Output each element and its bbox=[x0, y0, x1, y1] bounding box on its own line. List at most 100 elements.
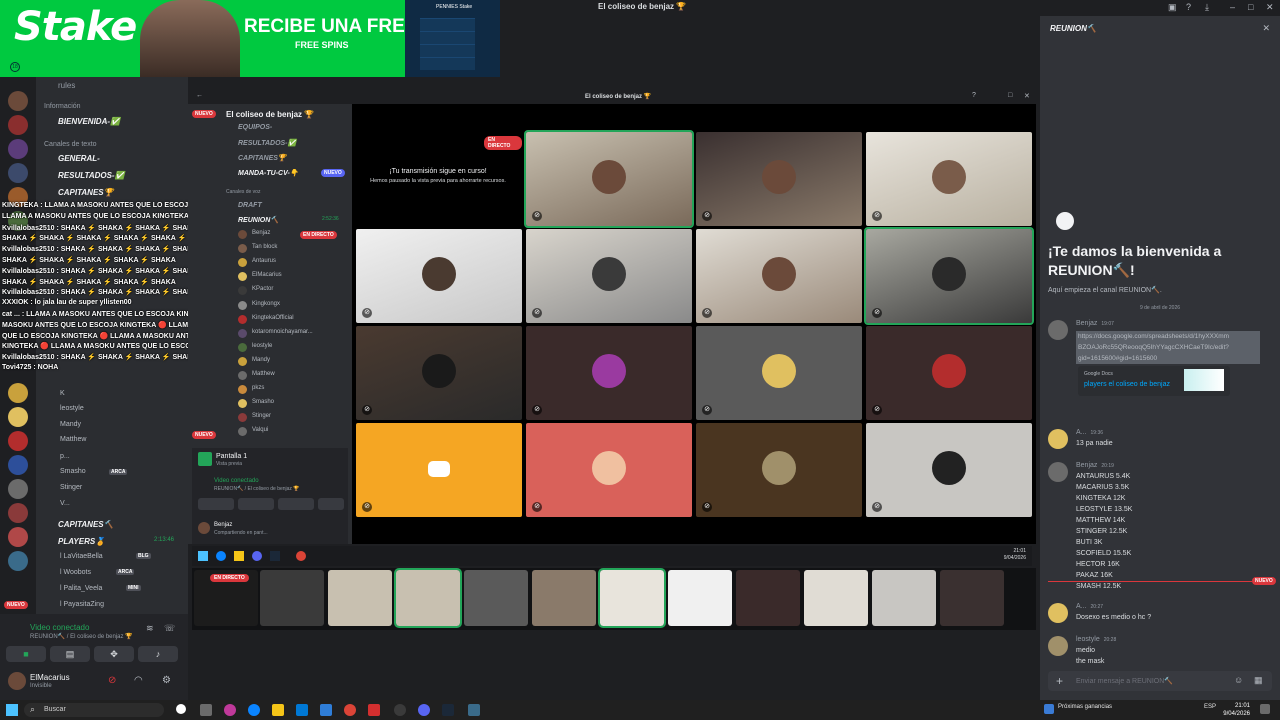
server-icon[interactable] bbox=[8, 431, 28, 451]
server-icon[interactable] bbox=[8, 115, 28, 135]
voice-user[interactable]: Antaurus bbox=[252, 258, 276, 264]
channel-general[interactable]: GENERAL- bbox=[58, 154, 100, 163]
participant-tile[interactable]: ⊘ bbox=[696, 132, 862, 226]
participant-thumb[interactable] bbox=[260, 570, 324, 626]
channel-bienvenida[interactable]: BIENVENIDA-✅ bbox=[58, 117, 120, 126]
message-link[interactable]: BZOAJoRc55QReooqQ5IhYYagcCXHCaeT9Ic/edit… bbox=[1076, 342, 1260, 353]
voice-user[interactable]: Stinger bbox=[252, 413, 271, 419]
store-icon[interactable] bbox=[296, 704, 308, 716]
message-author[interactable]: A... 20:27 bbox=[1076, 603, 1103, 610]
participant-tile[interactable]: ⊘ bbox=[696, 423, 862, 517]
voice-user[interactable]: Kingkongx bbox=[252, 301, 280, 307]
message-avatar[interactable] bbox=[1048, 429, 1068, 449]
close-button[interactable]: ✕ bbox=[1266, 2, 1274, 13]
voice-user[interactable]: Smasho bbox=[252, 399, 274, 405]
server-icon[interactable] bbox=[8, 503, 28, 523]
obs-icon[interactable] bbox=[394, 704, 406, 716]
voice-user[interactable]: leostyle bbox=[252, 343, 272, 349]
participant-thumb[interactable] bbox=[532, 570, 596, 626]
discord-icon[interactable] bbox=[418, 704, 430, 716]
author-name[interactable]: leostyle bbox=[1076, 636, 1100, 643]
apps-icon[interactable]: ▦ bbox=[1254, 675, 1263, 686]
disconnect-icon[interactable]: ☏ bbox=[164, 623, 175, 634]
camera-button[interactable] bbox=[198, 498, 234, 510]
maximize-button[interactable]: □ bbox=[1248, 2, 1253, 12]
participant-tile[interactable]: ⊘ bbox=[696, 229, 862, 323]
participant-thumb[interactable] bbox=[668, 570, 732, 626]
participant-tile[interactable]: ⊘ bbox=[866, 326, 1032, 420]
cortana-icon[interactable] bbox=[176, 704, 186, 714]
channel-players[interactable]: PLAYERS🏅 bbox=[58, 537, 105, 546]
voice-user[interactable]: Mandy bbox=[252, 357, 270, 363]
participant-tile[interactable]: ⊘ bbox=[866, 423, 1032, 517]
author-name[interactable]: Benjaz bbox=[1076, 462, 1097, 469]
taskbar-search[interactable]: ⌕ Buscar bbox=[24, 703, 164, 717]
headphones-icon[interactable]: ◠ bbox=[134, 675, 143, 686]
discord-icon[interactable] bbox=[252, 551, 262, 561]
voice-user[interactable]: Smasho bbox=[60, 468, 86, 475]
server-icon[interactable] bbox=[8, 551, 28, 571]
message-input[interactable]: + Enviar mensaje a REUNION🔨 ☺ ▦ bbox=[1048, 671, 1272, 691]
participant-tile[interactable]: ⊘ bbox=[524, 130, 694, 228]
message-link[interactable]: gid=1615600#gid=1615600 bbox=[1076, 353, 1260, 364]
category-info[interactable]: Información bbox=[44, 103, 81, 110]
participant-tile[interactable]: ⊘ bbox=[526, 326, 692, 420]
new-messages-badge[interactable]: NUEVO bbox=[1252, 577, 1276, 585]
edge-icon[interactable] bbox=[216, 551, 226, 561]
participant-thumb[interactable] bbox=[394, 568, 462, 628]
close-chat-icon[interactable]: ✕ bbox=[1262, 23, 1270, 34]
server-icon[interactable] bbox=[8, 91, 28, 111]
download-icon[interactable]: ⤓ bbox=[1205, 2, 1209, 13]
share-button[interactable] bbox=[238, 498, 274, 510]
server-icon[interactable] bbox=[8, 407, 28, 427]
voice-user[interactable]: KPactor bbox=[252, 286, 273, 292]
video-channel[interactable]: REUNION🔨 / El coliseo de benjaz 🏆 bbox=[214, 486, 300, 492]
voice-user[interactable]: Valqui bbox=[252, 427, 268, 433]
participant-thumb[interactable] bbox=[736, 570, 800, 626]
ad-banner[interactable]: Stake RECIBE UNA FREEBET FREE SPINS PENN… bbox=[0, 0, 500, 77]
category-text[interactable]: Canales de texto bbox=[44, 141, 97, 148]
voice-user[interactable]: Matthew bbox=[252, 371, 275, 377]
link-embed[interactable]: Google Docs players el coliseo de benjaz bbox=[1078, 366, 1230, 396]
avatar[interactable] bbox=[198, 522, 210, 534]
participant-thumb[interactable] bbox=[464, 570, 528, 626]
message-author[interactable]: Benjaz 19:07 bbox=[1076, 320, 1114, 327]
help-icon[interactable]: ? bbox=[1186, 2, 1191, 12]
screen-label[interactable]: Pantalla 1 bbox=[216, 453, 247, 460]
author-name[interactable]: A... bbox=[1076, 603, 1087, 610]
message-link[interactable]: https://docs.google.com/spreadsheets/d/1… bbox=[1076, 331, 1260, 342]
channel-resultados[interactable]: RESULTADOS-✅ bbox=[58, 171, 125, 180]
task-view-icon[interactable] bbox=[200, 704, 212, 716]
voice-user[interactable]: l Palita_Veela bbox=[60, 585, 102, 592]
participant-tile[interactable]: ⊘ bbox=[356, 229, 522, 323]
share-screen-button[interactable]: ▤ bbox=[50, 646, 90, 662]
attach-icon[interactable]: + bbox=[1056, 674, 1063, 688]
voice-user[interactable]: KingtekaOfficial bbox=[252, 315, 294, 321]
activity-button[interactable]: ✥ bbox=[94, 646, 134, 662]
folder-icon[interactable] bbox=[234, 551, 244, 561]
edge-icon[interactable] bbox=[248, 704, 260, 716]
notifications-icon[interactable] bbox=[1260, 704, 1270, 714]
noise-icon[interactable]: ≋ bbox=[146, 623, 154, 634]
participant-thumb[interactable] bbox=[872, 570, 936, 626]
help-icon[interactable]: ? bbox=[972, 92, 976, 99]
camera-button[interactable]: ■ bbox=[6, 646, 46, 662]
message-avatar[interactable] bbox=[1048, 320, 1068, 340]
server-icon[interactable] bbox=[8, 479, 28, 499]
voice-user[interactable]: pkzs bbox=[252, 385, 264, 391]
emoji-icon[interactable]: ☺ bbox=[1234, 675, 1243, 685]
message-avatar[interactable] bbox=[1048, 636, 1068, 656]
app-icon[interactable] bbox=[468, 704, 480, 716]
participant-thumb[interactable] bbox=[598, 568, 666, 628]
taskbar-clock[interactable]: 21:01 9/04/2026 bbox=[1223, 702, 1250, 718]
voice-user[interactable]: l LaVitaeBella bbox=[60, 553, 103, 560]
message-avatar[interactable] bbox=[1048, 603, 1068, 623]
voice-user[interactable]: V... bbox=[60, 500, 70, 507]
channel-capitanes-voice[interactable]: CAPITANES🔨 bbox=[58, 520, 114, 529]
maximize-button[interactable]: □ bbox=[1008, 92, 1012, 99]
server-icon[interactable] bbox=[8, 455, 28, 475]
embed-title[interactable]: players el coliseo de benjaz bbox=[1084, 381, 1170, 388]
participant-tile[interactable]: ⊘ bbox=[866, 132, 1032, 226]
chrome-icon[interactable] bbox=[344, 704, 356, 716]
copilot-icon[interactable] bbox=[224, 704, 236, 716]
